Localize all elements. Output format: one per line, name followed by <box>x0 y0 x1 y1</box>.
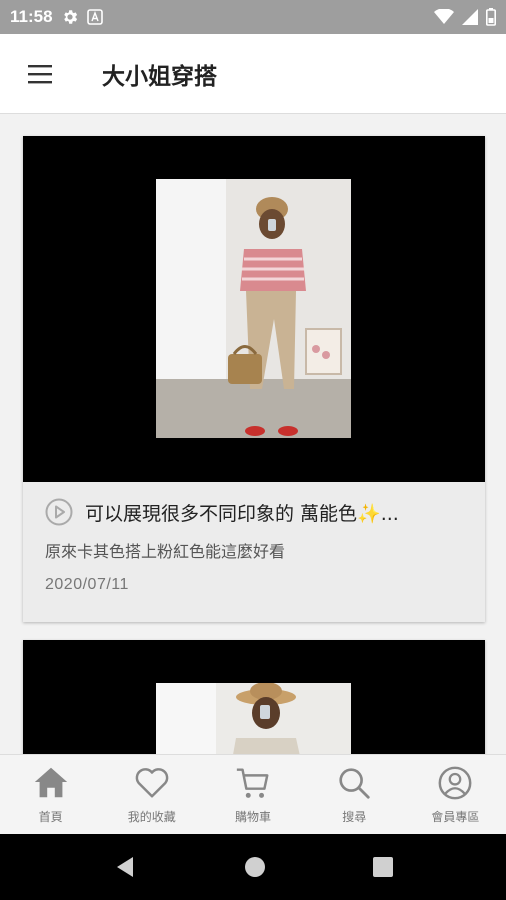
nav-label-home: 首頁 <box>38 810 63 824</box>
notification-a-icon <box>86 9 103 25</box>
wifi-icon <box>434 9 454 24</box>
post-media[interactable] <box>23 136 485 482</box>
nav-item-favorites[interactable]: 我的收藏 <box>101 755 202 834</box>
play-circle-icon <box>45 498 73 526</box>
user-icon <box>438 766 472 800</box>
nav-label-member: 會員專區 <box>431 810 480 824</box>
battery-icon <box>486 8 496 26</box>
nav-item-cart[interactable]: 購物車 <box>202 755 303 834</box>
nav-label-search: 搜尋 <box>342 810 367 824</box>
recents-square-icon[interactable] <box>372 857 393 877</box>
post-title-row[interactable]: 可以展現很多不同印象的 萬能色✨... <box>45 494 485 530</box>
nav-label-favorites: 我的收藏 <box>127 810 176 824</box>
menu-button[interactable] <box>0 34 80 114</box>
home-circle-icon[interactable] <box>244 856 266 878</box>
status-bar: 11:58 <box>0 0 506 34</box>
nav-item-search[interactable]: 搜尋 <box>304 755 405 834</box>
nav-item-member[interactable]: 會員專區 <box>405 755 506 834</box>
outfit-photo <box>156 179 351 438</box>
app-bar: 大小姐穿搭 <box>0 34 506 114</box>
bottom-navigation: 首頁 我的收藏 購物車 搜尋 會員專區 <box>0 754 506 834</box>
page-title: 大小姐穿搭 <box>102 63 217 90</box>
back-icon[interactable] <box>113 855 137 879</box>
post-feed[interactable]: 可以展現很多不同印象的 萬能色✨... 原來卡其色搭上粉紅色能這麼好看 2020… <box>0 114 506 754</box>
search-icon <box>339 768 370 799</box>
outfit-photo <box>156 683 351 754</box>
status-time: 11:58 <box>10 7 53 26</box>
home-icon <box>34 767 67 798</box>
nav-item-home[interactable]: 首頁 <box>0 755 101 834</box>
post-date: 2020/07/11 <box>45 576 129 593</box>
cart-icon <box>236 768 269 798</box>
settings-gear-icon <box>63 10 77 24</box>
heart-icon <box>135 768 169 798</box>
post-subtitle: 原來卡其色搭上粉紅色能這麼好看 <box>45 542 286 561</box>
post-card[interactable]: 可以展現很多不同印象的 萬能色✨... 原來卡其色搭上粉紅色能這麼好看 2020… <box>23 136 485 622</box>
post-body: 可以展現很多不同印象的 萬能色✨... 原來卡其色搭上粉紅色能這麼好看 2020… <box>23 482 485 594</box>
hamburger-menu-icon <box>28 64 52 83</box>
nav-label-cart: 購物車 <box>235 810 272 824</box>
post-card[interactable] <box>23 640 485 754</box>
signal-icon <box>462 9 478 25</box>
system-navigation-bar <box>0 834 506 900</box>
post-media[interactable] <box>23 640 485 754</box>
post-title[interactable]: 可以展現很多不同印象的 萬能色✨... <box>85 499 399 526</box>
